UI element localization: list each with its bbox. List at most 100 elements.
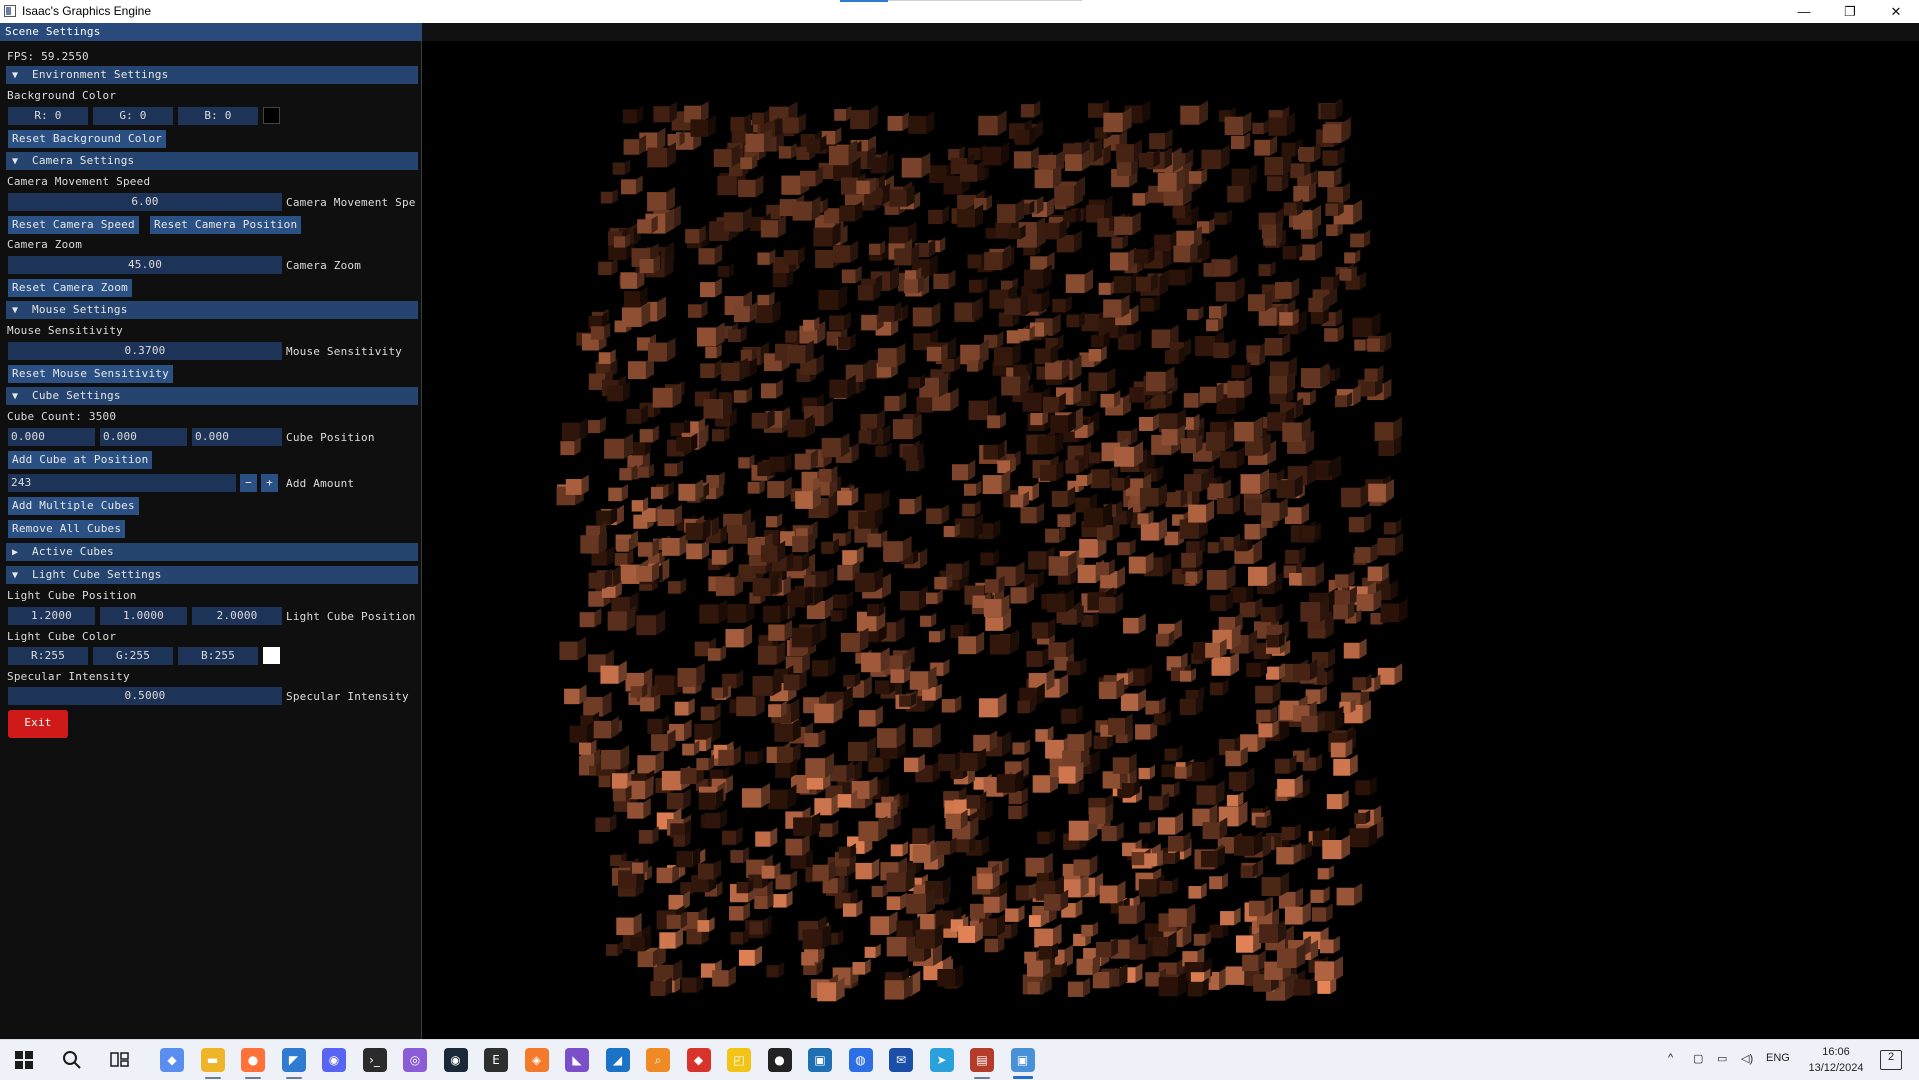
light-color-g-field[interactable]: G:255 [93, 647, 173, 665]
steam-icon[interactable]: ◉ [443, 1048, 468, 1072]
app-icon[interactable]: ◢ [605, 1048, 630, 1072]
discord-icon[interactable]: ◉ [322, 1048, 346, 1072]
mouse-settings-header[interactable]: ▼ Mouse Settings [6, 301, 418, 319]
minimize-button[interactable]: — [1781, 0, 1827, 23]
cube [973, 730, 998, 752]
cube [730, 928, 749, 945]
cube [1324, 324, 1344, 342]
mouse-sensitivity-slider[interactable]: 0.3700 [8, 342, 282, 360]
cube [980, 549, 1000, 566]
network-tray-icon[interactable]: ▭ [1717, 1052, 1727, 1065]
git-icon[interactable]: ◆ [686, 1048, 711, 1072]
camera-settings-header[interactable]: ▼ Camera Settings [6, 152, 418, 170]
terminal-icon[interactable]: ›_ [362, 1048, 387, 1072]
language-indicator[interactable]: ENG [1766, 1052, 1790, 1064]
remove-all-cubes-button[interactable]: Remove All Cubes [8, 520, 126, 538]
cube-position-y-field[interactable]: 0.000 [100, 428, 187, 446]
reset-camera-speed-button[interactable]: Reset Camera Speed [8, 216, 139, 234]
file-explorer-icon[interactable]: ▬ [200, 1048, 225, 1079]
light-color-b-field[interactable]: B:255 [178, 647, 258, 665]
active-cubes-header[interactable]: ▶ Active Cubes [6, 543, 418, 561]
cube-position-x-field[interactable]: 0.000 [8, 428, 95, 446]
cube [943, 522, 960, 538]
close-button[interactable]: ✕ [1873, 0, 1919, 23]
restore-button[interactable]: ❐ [1827, 0, 1873, 23]
mail-icon[interactable]: ✉ [889, 1048, 913, 1072]
light-cube-position-label: Light Cube Position [286, 610, 416, 623]
add-amount-input[interactable]: 243 [8, 474, 236, 492]
visual-studio-icon[interactable]: ◣ [565, 1048, 589, 1072]
volume-icon[interactable]: ◁) [1741, 1052, 1753, 1065]
cube [736, 878, 754, 894]
cube-position-z-field[interactable]: 0.000 [192, 428, 282, 446]
environment-settings-header[interactable]: ▼ Environment Settings [6, 66, 418, 84]
epic-games-icon[interactable]: E [484, 1048, 508, 1072]
background-b-field[interactable]: B: 0 [178, 107, 258, 125]
cube [1320, 273, 1340, 290]
cube [711, 425, 730, 442]
camera-zoom-slider[interactable]: 45.00 [8, 256, 282, 274]
light-color-swatch[interactable] [263, 647, 280, 664]
exit-button[interactable]: Exit [8, 710, 68, 738]
github-desktop-icon[interactable]: ◎ [403, 1048, 427, 1072]
fps-readout: FPS: 59.2550 [7, 50, 89, 63]
telegram-icon[interactable]: ➤ [929, 1048, 954, 1072]
cube [631, 497, 649, 512]
cube-settings-header[interactable]: ▼ Cube Settings [6, 387, 418, 405]
light-cube-color-title: Light Cube Color [7, 630, 117, 643]
add-multiple-cubes-button[interactable]: Add Multiple Cubes [8, 497, 139, 515]
cube [811, 655, 836, 677]
cube [783, 246, 805, 265]
camera-speed-slider[interactable]: 6.00 [8, 193, 282, 211]
light-position-y-field[interactable]: 1.0000 [100, 607, 187, 625]
decrement-amount-button[interactable]: − [240, 474, 257, 492]
search-icon[interactable] [60, 1048, 84, 1072]
light-cube-settings-header[interactable]: ▼ Light Cube Settings [6, 566, 418, 584]
folder-app-icon[interactable]: ◰ [727, 1048, 751, 1072]
panel-title[interactable]: Scene Settings [0, 23, 422, 41]
cube [1336, 882, 1363, 906]
clock[interactable]: 16:06 13/12/2024 [1806, 1044, 1866, 1076]
reset-camera-position-button[interactable]: Reset Camera Position [150, 216, 302, 234]
background-color-swatch[interactable] [263, 107, 280, 124]
search-tool-icon[interactable]: ⌕ [646, 1048, 670, 1072]
vscode-icon[interactable]: ◤ [281, 1048, 306, 1079]
reset-background-color-button[interactable]: Reset Background Color [8, 130, 167, 148]
task-view-icon[interactable] [108, 1048, 132, 1072]
paint-icon[interactable]: ▣ [808, 1048, 832, 1072]
cube [1164, 745, 1183, 761]
firefox-icon[interactable]: ● [241, 1048, 265, 1079]
cube [757, 291, 775, 307]
background-g-field[interactable]: G: 0 [93, 107, 173, 125]
meeting-icon[interactable]: ▢ [1693, 1052, 1703, 1065]
reset-mouse-sensitivity-button[interactable]: Reset Mouse Sensitivity [8, 365, 173, 383]
network-icon[interactable]: ◍ [848, 1048, 873, 1072]
light-color-r-field[interactable]: R:255 [8, 647, 88, 665]
light-position-z-field[interactable]: 2.0000 [192, 607, 282, 625]
cube [966, 791, 987, 809]
taskbar: ^ ▢ ▭ ◁) ENG 16:06 13/12/2024 2 ◆ ▬ ● ◤ ◉ ›_ ◎… [0, 1039, 1919, 1080]
blender-icon[interactable]: ◈ [524, 1048, 549, 1072]
cube [769, 452, 792, 472]
graphics-engine-icon[interactable]: ▣ [1010, 1048, 1035, 1079]
background-r-field[interactable]: R: 0 [8, 107, 88, 125]
cube [1355, 776, 1377, 796]
copilot-icon[interactable]: ◆ [160, 1048, 184, 1072]
scene-viewport[interactable] [422, 23, 1919, 1039]
windows-start-icon[interactable] [12, 1048, 36, 1072]
cube [876, 722, 906, 748]
light-position-x-field[interactable]: 1.2000 [8, 607, 95, 625]
reset-camera-zoom-button[interactable]: Reset Camera Zoom [8, 279, 132, 297]
specular-intensity-slider[interactable]: 0.5000 [8, 687, 282, 705]
show-hidden-icons-icon[interactable]: ^ [1668, 1052, 1673, 1064]
expanded-arrow-icon: ▼ [12, 156, 19, 167]
add-cube-at-position-button[interactable]: Add Cube at Position [8, 451, 153, 469]
header-label: Camera Settings [32, 154, 135, 167]
notifications-icon[interactable]: 2 [1880, 1050, 1902, 1070]
unity-icon[interactable]: ● [767, 1048, 792, 1072]
expanded-arrow-icon: ▼ [12, 70, 19, 81]
cube [1350, 229, 1371, 248]
increment-amount-button[interactable]: + [261, 474, 278, 492]
cube [1285, 546, 1306, 565]
winrar-icon[interactable]: ▤ [970, 1048, 994, 1079]
